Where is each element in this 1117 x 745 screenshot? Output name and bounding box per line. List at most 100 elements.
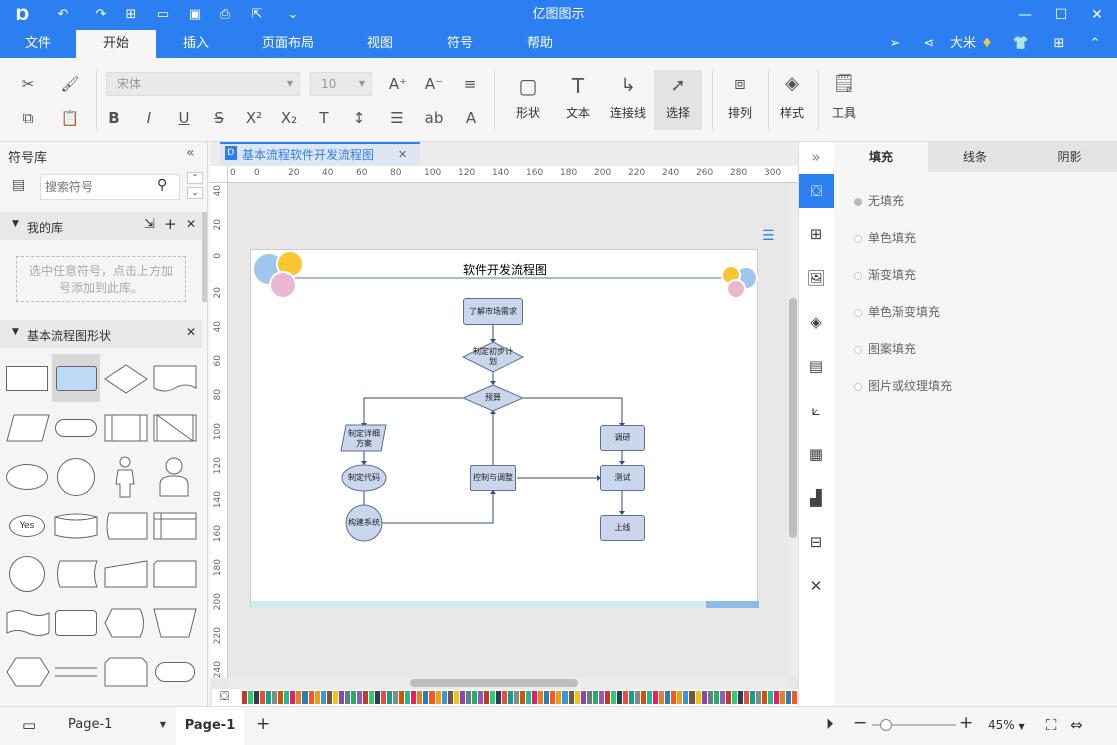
tab-help[interactable]: 帮助 — [510, 30, 570, 58]
color-swatch[interactable] — [671, 691, 677, 704]
color-swatch[interactable] — [489, 691, 495, 704]
close-tab-icon[interactable]: ✕ — [398, 144, 407, 166]
send-icon[interactable]: ➢ — [886, 35, 904, 53]
library-menu-icon[interactable]: ▤ — [12, 177, 25, 193]
bold-icon[interactable]: B — [102, 106, 126, 130]
import-icon[interactable]: ⇲ — [144, 217, 155, 232]
color-swatch[interactable] — [622, 691, 628, 704]
color-swatch[interactable] — [411, 691, 417, 704]
zoom-in-icon[interactable]: + — [959, 713, 973, 733]
color-swatch[interactable] — [689, 691, 695, 704]
node-plan[interactable]: 制定初步计划 — [473, 344, 513, 370]
fill-option-solid[interactable]: 单色填充 — [854, 229, 916, 246]
color-swatch[interactable] — [592, 691, 598, 704]
zoom-slider[interactable] — [872, 719, 956, 731]
scroll-up-icon[interactable]: ⌃ — [187, 172, 203, 184]
italic-icon[interactable]: I — [137, 106, 161, 130]
color-swatch[interactable] — [635, 691, 641, 704]
color-swatch[interactable] — [737, 691, 743, 704]
tab-insert[interactable]: 插入 — [166, 30, 226, 58]
format-painter-icon[interactable]: 🖌 — [58, 72, 82, 96]
color-swatch[interactable] — [344, 691, 350, 704]
tab-fill[interactable]: 填充 — [834, 142, 928, 172]
color-swatch[interactable] — [574, 691, 580, 704]
manual-operation-shape[interactable] — [153, 608, 197, 638]
diagram-title[interactable]: 软件开发流程图 — [251, 261, 759, 278]
tab-page-layout[interactable]: 页面布局 — [248, 30, 328, 58]
actor-shape[interactable] — [112, 456, 138, 498]
predefined-process-shape[interactable] — [104, 414, 148, 442]
color-swatch[interactable] — [284, 691, 290, 704]
page-icon[interactable]: ▤ — [804, 354, 828, 378]
color-swatch[interactable] — [459, 691, 465, 704]
text-tool-label[interactable]: 文本 — [558, 104, 598, 121]
color-swatch[interactable] — [435, 691, 441, 704]
color-swatch[interactable] — [320, 691, 326, 704]
data-shape[interactable] — [6, 414, 50, 442]
color-swatch[interactable] — [665, 691, 671, 704]
color-swatch[interactable] — [743, 691, 749, 704]
node-research[interactable]: 调研 — [600, 425, 645, 451]
color-swatch[interactable] — [786, 691, 792, 704]
color-swatch[interactable] — [749, 691, 755, 704]
horizontal-scrollbar[interactable] — [228, 678, 788, 688]
color-swatch[interactable] — [598, 691, 604, 704]
color-swatch[interactable] — [441, 691, 447, 704]
pill-shape[interactable] — [155, 662, 195, 682]
search-icon[interactable]: ⚲ — [157, 177, 167, 193]
color-swatch[interactable] — [417, 691, 423, 704]
shuffle-icon[interactable]: ✕ — [804, 574, 828, 598]
color-swatch[interactable] — [242, 691, 248, 704]
color-swatch[interactable] — [308, 691, 314, 704]
circle-shape[interactable] — [57, 458, 95, 496]
vertical-scrollbar[interactable] — [788, 183, 798, 678]
parallel-lines-shape[interactable] — [54, 657, 98, 687]
document-tab[interactable]: Ɒ 基本流程软件开发流程图 ✕ — [220, 142, 420, 166]
color-swatch[interactable] — [526, 691, 532, 704]
expand-panel-icon[interactable]: » — [804, 145, 828, 169]
color-swatch[interactable] — [362, 691, 368, 704]
color-swatch[interactable] — [266, 691, 272, 704]
scroll-down-icon[interactable]: ⌄ — [187, 187, 203, 199]
maximize-icon[interactable]: ☐ — [1051, 5, 1071, 25]
terminator-shape[interactable] — [55, 419, 97, 437]
color-swatch[interactable] — [368, 691, 375, 704]
color-swatch[interactable] — [465, 691, 471, 704]
color-swatch[interactable] — [393, 691, 399, 704]
color-swatch[interactable] — [532, 691, 538, 704]
color-swatch[interactable] — [495, 691, 502, 704]
document-shape[interactable] — [153, 364, 197, 394]
color-swatch[interactable] — [677, 691, 683, 704]
chart-icon[interactable]: ⟀ — [804, 398, 828, 422]
horizontal-scroll-thumb[interactable] — [410, 679, 578, 687]
building-icon[interactable]: ▟ — [804, 486, 828, 510]
color-swatch[interactable] — [350, 691, 356, 704]
color-swatch[interactable] — [514, 691, 520, 704]
zoom-out-icon[interactable]: − — [853, 713, 867, 733]
image-icon[interactable]: 🖼 — [804, 266, 828, 290]
preparation-shape[interactable] — [6, 657, 50, 687]
color-swatch[interactable] — [338, 691, 344, 704]
tools-icon[interactable]: 🗒 — [832, 72, 856, 96]
color-swatch[interactable] — [550, 691, 556, 704]
color-swatch[interactable] — [683, 691, 689, 704]
tab-shadow[interactable]: 阴影 — [1022, 142, 1117, 172]
node-launch[interactable]: 上线 — [600, 515, 645, 541]
user-name[interactable]: 大米 — [950, 30, 976, 58]
outline-icon[interactable]: ⊟ — [804, 530, 828, 554]
connector-circle-shape[interactable] — [9, 556, 45, 592]
add-page-icon[interactable]: + — [256, 714, 270, 734]
fill-option-pattern[interactable]: 图案填充 — [854, 340, 916, 357]
color-swatch[interactable] — [701, 691, 707, 704]
fill-panel-icon[interactable]: ⛋ — [799, 174, 834, 208]
rounded-process-shape[interactable] — [56, 366, 97, 391]
color-swatch[interactable] — [562, 691, 568, 704]
font-family-select[interactable]: 宋体 ▼ — [106, 72, 300, 96]
font-size-select[interactable]: 10 ▼ — [310, 72, 372, 96]
color-swatch[interactable] — [610, 691, 616, 704]
color-swatch[interactable] — [453, 691, 459, 704]
tab-home[interactable]: 开始 — [76, 30, 156, 58]
color-swatch[interactable] — [477, 691, 483, 704]
collapse-ribbon-icon[interactable]: ⌃ — [1086, 35, 1104, 53]
decision-shape[interactable] — [104, 364, 148, 394]
